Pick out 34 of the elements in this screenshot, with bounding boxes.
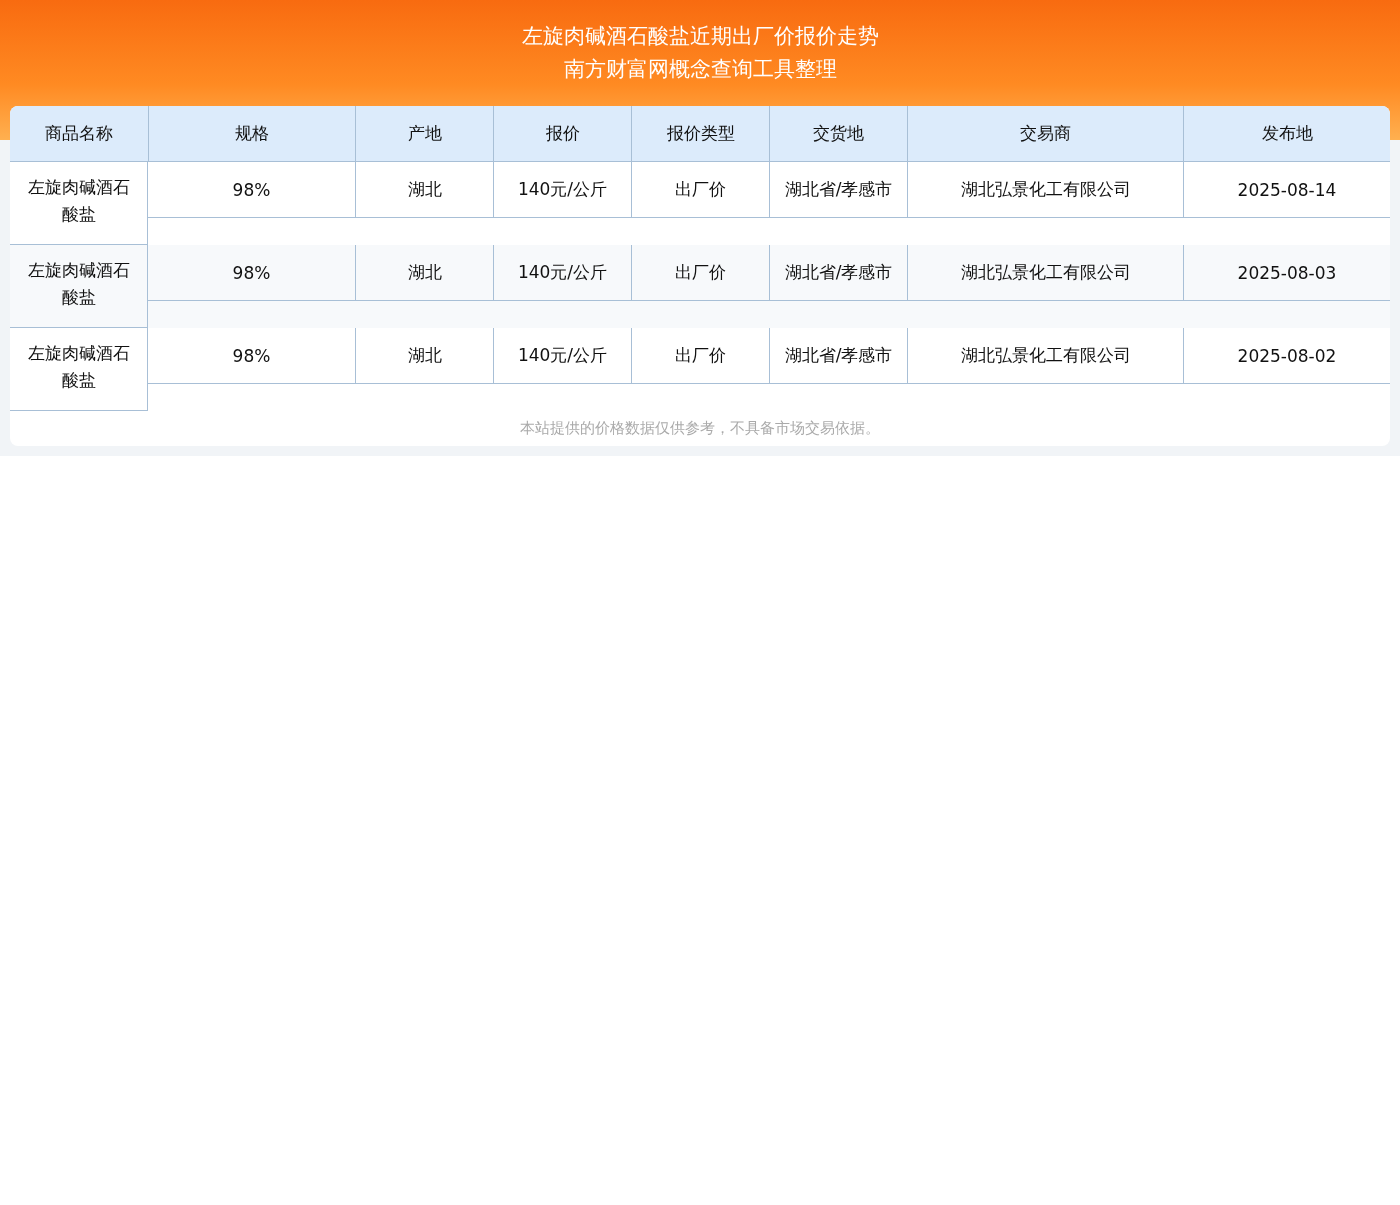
column-header: 产地 — [355, 106, 493, 161]
page-title: 左旋肉碱酒石酸盐近期出厂价报价走势 — [520, 23, 880, 50]
page-subtitle: 南方财富网概念查询工具整理 — [562, 56, 838, 83]
table-cell: 左旋肉碱酒石酸盐 — [10, 328, 148, 411]
table-cell: 出厂价 — [631, 328, 769, 384]
table-cell: 出厂价 — [631, 245, 769, 301]
table-cell: 湖北 — [355, 328, 493, 384]
table-cell: 湖北弘景化工有限公司 — [907, 328, 1183, 384]
column-header: 报价 — [493, 106, 631, 161]
table-cell: 湖北省/孝感市 — [769, 328, 907, 384]
table-cell: 98% — [148, 245, 355, 301]
column-header: 商品名称 — [44, 122, 114, 145]
table-cell: 140元/公斤 — [493, 162, 631, 218]
column-header: 交易商 — [907, 106, 1183, 161]
table-cell: 左旋肉碱酒石酸盐 — [10, 245, 148, 328]
table-cell: 140元/公斤 — [493, 245, 631, 301]
table-cell: 98% — [148, 162, 355, 218]
disclaimer-text: 本站提供的价格数据仅供参考，不具备市场交易依据。 — [519, 418, 881, 439]
table-cell: 2025-08-14 — [1183, 162, 1390, 218]
table-cell: 2025-08-02 — [1183, 328, 1390, 384]
table-cell: 140元/公斤 — [493, 328, 631, 384]
table-cell: 98% — [148, 328, 355, 384]
column-header: 报价类型 — [631, 106, 769, 161]
table-cell: 湖北 — [355, 162, 493, 218]
table-cell: 2025-08-03 — [1183, 245, 1390, 301]
column-header: 发布地 — [1183, 106, 1390, 161]
table-cell: 出厂价 — [631, 162, 769, 218]
column-header: 交货地 — [769, 106, 907, 161]
table-cell: 湖北 — [355, 245, 493, 301]
table-cell: 湖北弘景化工有限公司 — [907, 245, 1183, 301]
table-cell: 湖北弘景化工有限公司 — [907, 162, 1183, 218]
table-cell: 湖北省/孝感市 — [769, 245, 907, 301]
table-cell: 湖北省/孝感市 — [769, 162, 907, 218]
column-header: 规格 — [148, 106, 355, 161]
